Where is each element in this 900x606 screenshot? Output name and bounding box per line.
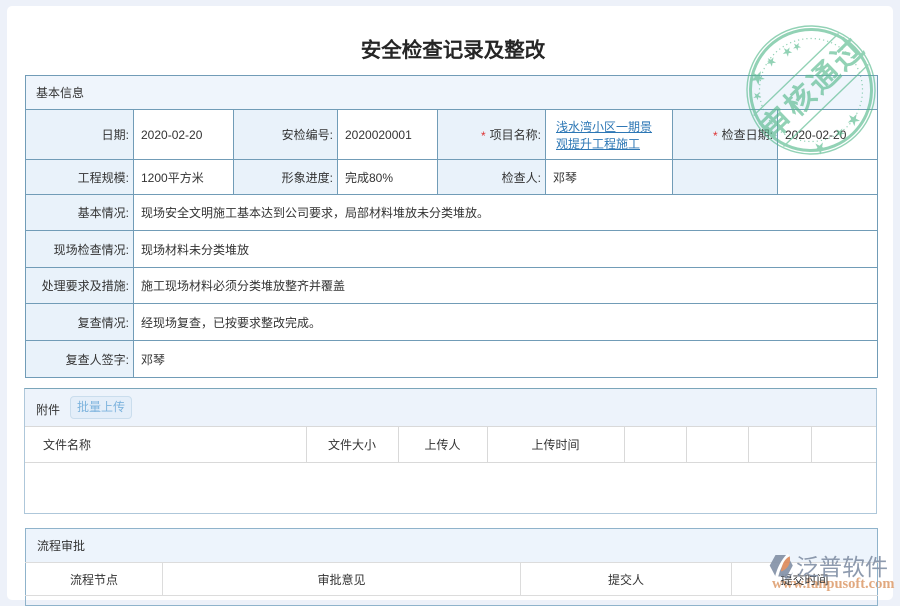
svg-text:审核通过: 审核通过 <box>754 30 873 146</box>
svg-text:泛普软件: 泛普软件 <box>796 554 888 580</box>
